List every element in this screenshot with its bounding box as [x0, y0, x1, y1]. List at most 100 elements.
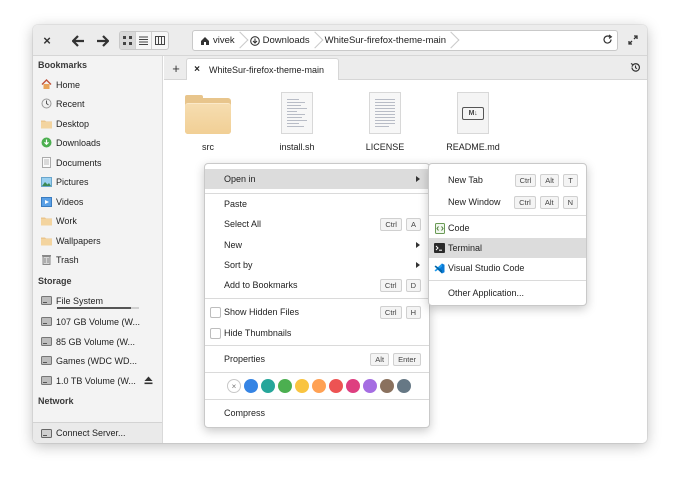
breadcrumb-label: Downloads	[262, 35, 310, 46]
headerbar: × vivek Downloads WhiteSur-firefox-theme…	[33, 25, 647, 56]
color-tag-swatch[interactable]	[295, 379, 309, 393]
sidebar-item-documents[interactable]: Documents	[41, 154, 159, 171]
markdown-file-icon: M↓	[457, 88, 489, 134]
menu-item-label: Code	[448, 223, 470, 233]
color-tag-swatch[interactable]	[380, 379, 394, 393]
home-icon	[41, 79, 52, 90]
forward-button[interactable]	[93, 31, 111, 50]
sidebar-item-volume-85gb[interactable]: 85 GB Volume (W...	[41, 333, 159, 350]
submenu-item-terminal[interactable]: Terminal	[429, 238, 586, 258]
file-name: install.sh	[279, 142, 315, 152]
sidebar-item-label: Recent	[56, 98, 85, 109]
sidebar-item-label: Home	[56, 79, 81, 90]
menu-item-label: Compress	[224, 408, 266, 418]
close-window-button[interactable]: ×	[39, 31, 55, 50]
color-tag-swatch[interactable]	[312, 379, 326, 393]
checkbox[interactable]	[210, 327, 221, 339]
submenu-item-other-application[interactable]: Other Application...	[429, 283, 586, 303]
script-file-icon	[281, 88, 313, 134]
terminal-icon	[434, 243, 445, 254]
color-tag-swatch[interactable]	[363, 379, 377, 393]
drive-icon	[41, 295, 52, 306]
menu-item-sort-by[interactable]: Sort by	[205, 255, 429, 275]
sidebar-item-label: 85 GB Volume (W...	[56, 336, 136, 347]
sidebar-item-home[interactable]: Home	[41, 76, 159, 93]
grid-icon	[123, 36, 132, 45]
reload-icon[interactable]	[602, 34, 613, 48]
arrow-left-icon	[71, 34, 84, 47]
color-tag-swatch[interactable]	[244, 379, 258, 393]
menu-item-compress[interactable]: Compress	[205, 403, 429, 423]
folder-icon	[41, 235, 52, 246]
color-tag-swatch[interactable]	[397, 379, 411, 393]
sidebar-item-label: File System	[56, 295, 104, 306]
breadcrumb-downloads[interactable]: Downloads	[247, 31, 315, 50]
sidebar-item-volume-107gb[interactable]: 107 GB Volume (W...	[41, 313, 159, 330]
icon-view-button[interactable]	[120, 32, 136, 49]
sidebar-item-work[interactable]: Work	[41, 212, 159, 229]
submenu-item-vscode[interactable]: Visual Studio Code	[429, 258, 586, 278]
breadcrumb-current[interactable]: WhiteSur-firefox-theme-main	[322, 31, 451, 50]
tab-close-button[interactable]: ×	[189, 64, 205, 75]
menu-item-paste[interactable]: Paste	[205, 194, 429, 214]
submenu-item-new-window[interactable]: New Window Ctrl Alt N	[429, 192, 586, 212]
drive-icon	[41, 336, 52, 347]
sidebar-item-videos[interactable]: Videos	[41, 193, 159, 210]
connect-server-label: Connect Server...	[56, 428, 126, 438]
history-icon[interactable]	[630, 62, 641, 75]
eject-icon[interactable]	[144, 376, 153, 387]
document-icon	[41, 157, 52, 168]
sidebar-item-downloads[interactable]: Downloads	[41, 134, 159, 151]
connect-server-button[interactable]: Connect Server...	[33, 422, 162, 443]
shortcut-key: Alt	[370, 352, 390, 366]
shortcut-key: Enter	[393, 352, 421, 366]
back-button[interactable]	[69, 31, 87, 50]
arrow-right-icon	[96, 34, 109, 47]
sidebar-item-trash[interactable]: Trash	[41, 251, 159, 268]
path-bar[interactable]: vivek Downloads WhiteSur-firefox-theme-m…	[192, 30, 618, 51]
menu-item-open-in[interactable]: Open in	[205, 169, 429, 189]
sidebar-item-recent[interactable]: Recent	[41, 95, 159, 112]
submenu-item-code[interactable]: Code	[429, 218, 586, 238]
shortcut-keys: Ctrl Alt T	[514, 173, 578, 187]
tab-bar: + × WhiteSur-firefox-theme-main	[164, 56, 647, 80]
file-item-src[interactable]: src	[173, 88, 243, 152]
sidebar-item-desktop[interactable]: Desktop	[41, 115, 159, 132]
submenu-item-new-tab[interactable]: New Tab Ctrl Alt T	[429, 170, 586, 190]
breadcrumb-separator	[240, 30, 247, 51]
menu-item-show-hidden-files[interactable]: Show Hidden Files Ctrl H	[205, 302, 429, 322]
file-item-license[interactable]: LICENSE	[350, 88, 420, 152]
sidebar-item-games-volume[interactable]: Games (WDC WD...	[41, 352, 159, 369]
columns-icon	[155, 36, 165, 45]
checkbox[interactable]	[210, 306, 221, 318]
sidebar-item-pictures[interactable]: Pictures	[41, 173, 159, 190]
tab-whitesur[interactable]: × WhiteSur-firefox-theme-main	[186, 58, 339, 80]
menu-item-new[interactable]: New	[205, 235, 429, 255]
sidebar-item-label: 1.0 TB Volume (W...	[56, 375, 136, 386]
file-item-install-sh[interactable]: install.sh	[262, 88, 332, 152]
open-in-submenu: New Tab Ctrl Alt T New Window Ctrl Alt N…	[428, 163, 587, 306]
new-tab-button[interactable]: +	[169, 60, 183, 76]
shortcut-key: A	[405, 217, 421, 231]
sidebar-item-volume-1tb[interactable]: 1.0 TB Volume (W...	[41, 372, 159, 389]
column-view-button[interactable]	[152, 32, 168, 49]
sidebar-item-wallpapers[interactable]: Wallpapers	[41, 232, 159, 249]
menu-item-add-to-bookmarks[interactable]: Add to Bookmarks Ctrl D	[205, 275, 429, 295]
list-view-button[interactable]	[136, 32, 152, 49]
color-tag-swatch[interactable]	[261, 379, 275, 393]
file-name: README.md	[446, 142, 500, 152]
menu-item-select-all[interactable]: Select All Ctrl A	[205, 214, 429, 234]
shortcut-key: Alt	[540, 173, 559, 187]
server-icon	[41, 428, 52, 438]
clear-tag-swatch[interactable]: ×	[227, 379, 241, 393]
shortcut-key: Ctrl	[379, 305, 402, 319]
file-item-readme[interactable]: M↓ README.md	[438, 88, 508, 152]
menu-item-properties[interactable]: Properties Alt Enter	[205, 349, 429, 369]
menu-item-hide-thumbnails[interactable]: Hide Thumbnails	[205, 323, 429, 343]
color-tag-swatch[interactable]	[346, 379, 360, 393]
maximize-button[interactable]	[626, 32, 640, 48]
color-tag-swatch[interactable]	[278, 379, 292, 393]
color-tag-swatch[interactable]	[329, 379, 343, 393]
color-tag-list: ×	[227, 374, 411, 398]
folder-icon	[185, 88, 231, 134]
